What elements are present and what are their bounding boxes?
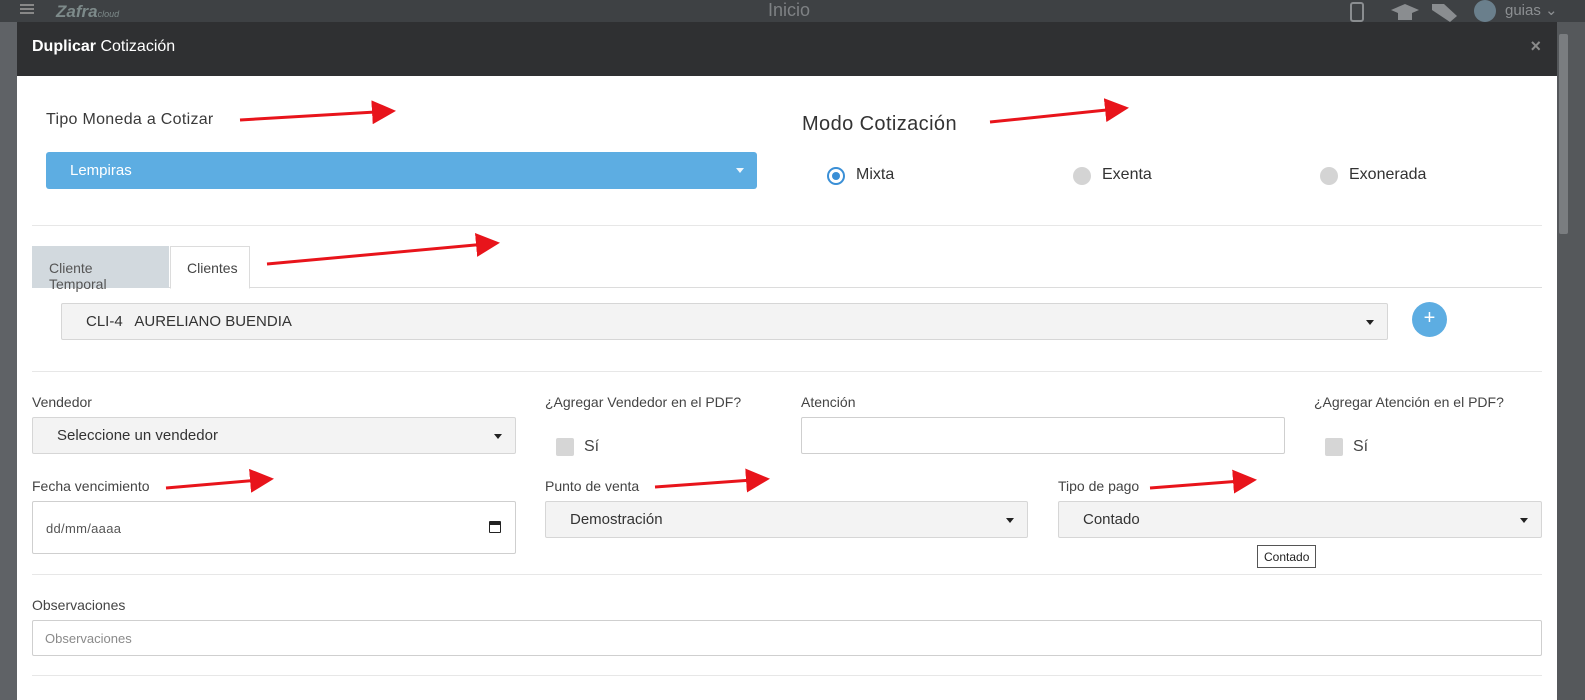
currency-label: Tipo Moneda a Cotizar xyxy=(46,111,214,128)
caret-down-icon xyxy=(1520,518,1528,523)
page-title: Inicio xyxy=(768,0,811,20)
attention-pdf-checkbox-label[interactable]: Sí xyxy=(1353,438,1368,456)
add-client-button[interactable]: + xyxy=(1412,302,1447,337)
user-menu[interactable]: guias ⌄ xyxy=(1505,1,1558,19)
modal-title: Duplicar Cotización xyxy=(32,38,176,55)
attention-pdf-checkbox[interactable] xyxy=(1325,438,1343,456)
modal-header: Duplicar Cotización × xyxy=(17,22,1557,76)
attention-label: Atención xyxy=(801,394,856,410)
divider xyxy=(32,371,1542,372)
caret-down-icon xyxy=(736,168,744,173)
vendor-label: Vendedor xyxy=(32,394,92,410)
app-top-bar: Zafracloud Inicio guias ⌄ xyxy=(0,0,1585,22)
currency-selected-value: Lempiras xyxy=(70,162,132,179)
radio-mixta-label[interactable]: Mixta xyxy=(856,166,894,184)
caret-down-icon xyxy=(494,434,502,439)
chevron-down-icon: ⌄ xyxy=(1545,2,1558,19)
app-logo: Zafracloud xyxy=(56,2,120,21)
scrollbar-thumb[interactable] xyxy=(1559,34,1568,234)
observations-input[interactable] xyxy=(32,620,1542,656)
background-scroll-area xyxy=(1557,22,1585,700)
tabs-border xyxy=(32,287,1542,288)
attention-input[interactable] xyxy=(801,417,1285,454)
radio-exonerada[interactable] xyxy=(1320,167,1338,185)
duplicate-quote-modal: Duplicar Cotización × Tipo Moneda a Coti… xyxy=(17,22,1557,700)
client-select[interactable]: CLI-4 AURELIANO BUENDIA xyxy=(61,303,1388,340)
vendor-pdf-checkbox[interactable] xyxy=(556,438,574,456)
point-of-sale-select[interactable]: Demostración xyxy=(545,501,1028,538)
client-selected-value: CLI-4 AURELIANO BUENDIA xyxy=(86,313,292,330)
user-avatar-icon[interactable] xyxy=(1474,0,1496,22)
due-date-placeholder: dd/mm/aaaa xyxy=(46,521,122,536)
plus-icon: + xyxy=(1423,307,1436,329)
vendor-pdf-checkbox-label[interactable]: Sí xyxy=(584,438,599,456)
radio-exenta[interactable] xyxy=(1073,167,1091,185)
caret-down-icon xyxy=(1006,518,1014,523)
attention-pdf-label: ¿Agregar Atención en el PDF? xyxy=(1314,394,1504,410)
menu-icon[interactable] xyxy=(20,4,34,14)
tab-cliente-temporal[interactable]: Cliente Temporal xyxy=(32,246,169,292)
quote-mode-label: Modo Cotización xyxy=(802,113,957,135)
vendor-pdf-label: ¿Agregar Vendedor en el PDF? xyxy=(545,394,742,410)
graduation-cap-icon[interactable] xyxy=(1390,2,1420,20)
point-of-sale-label: Punto de venta xyxy=(545,478,640,494)
divider xyxy=(32,225,1542,226)
radio-mixta[interactable] xyxy=(827,167,845,185)
tags-icon[interactable] xyxy=(1430,2,1460,22)
point-of-sale-selected-value: Demostración xyxy=(570,511,663,528)
close-icon[interactable]: × xyxy=(1530,36,1541,57)
radio-exenta-label[interactable]: Exenta xyxy=(1102,166,1152,184)
vendor-select[interactable]: Seleccione un vendedor xyxy=(32,417,516,454)
payment-type-label: Tipo de pago xyxy=(1058,478,1140,494)
payment-type-select[interactable]: Contado xyxy=(1058,501,1542,538)
calendar-icon[interactable] xyxy=(489,521,501,533)
payment-type-selected-value: Contado xyxy=(1083,511,1140,528)
phone-icon[interactable] xyxy=(1350,2,1364,22)
divider xyxy=(32,675,1542,676)
due-date-input[interactable]: dd/mm/aaaa xyxy=(32,501,516,554)
tab-clientes[interactable]: Clientes xyxy=(170,246,250,289)
divider xyxy=(32,574,1542,575)
vendor-selected-value: Seleccione un vendedor xyxy=(57,427,218,444)
radio-exonerada-label[interactable]: Exonerada xyxy=(1349,166,1426,184)
due-date-label: Fecha vencimiento xyxy=(32,478,150,494)
payment-type-tooltip: Contado xyxy=(1257,545,1317,568)
observations-label: Observaciones xyxy=(32,597,126,613)
currency-select[interactable]: Lempiras xyxy=(46,152,757,189)
caret-down-icon xyxy=(1366,320,1374,325)
